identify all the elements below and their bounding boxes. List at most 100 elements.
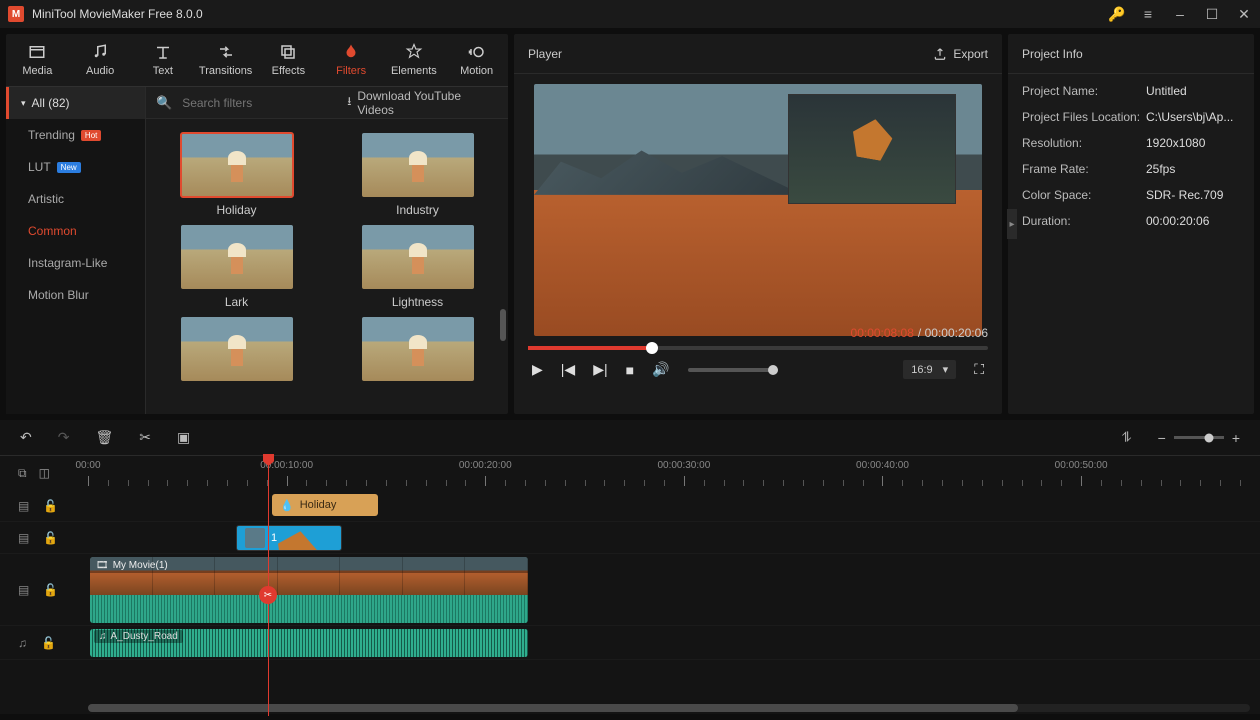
zoom-slider[interactable]	[1174, 436, 1224, 439]
prev-frame-button[interactable]: |◀	[561, 361, 575, 378]
crop-button[interactable]: ▣	[177, 429, 190, 446]
zoom-out-button[interactable]: −	[1158, 430, 1166, 446]
menu-icon[interactable]: ≡	[1140, 6, 1156, 22]
snap-icon[interactable]: ◫	[39, 466, 50, 480]
category-instagram-like[interactable]: Instagram-Like	[6, 247, 145, 279]
filter-preview	[181, 225, 293, 289]
titlebar: M MiniTool MovieMaker Free 8.0.0 🔑 ≡ – ☐…	[0, 0, 1260, 28]
project-row: Project Name:Untitled	[1022, 84, 1240, 98]
category-artistic[interactable]: Artistic	[6, 183, 145, 215]
zoom-in-button[interactable]: +	[1232, 430, 1240, 446]
track-lock-toggle[interactable]: 🔓	[43, 531, 58, 545]
tab-text[interactable]: Text	[132, 34, 195, 86]
volume-icon[interactable]: 🔊	[652, 361, 669, 378]
tab-transitions[interactable]: Transitions	[194, 34, 257, 86]
library-panel: Media Audio Text Transitions Effects Fil…	[6, 34, 508, 414]
search-icon: 🔍	[156, 95, 172, 111]
seek-bar[interactable]	[528, 346, 988, 350]
split-button[interactable]: ✂	[139, 429, 151, 446]
close-icon[interactable]: ✕	[1236, 6, 1252, 23]
tab-filters[interactable]: Filters	[320, 34, 383, 86]
minimize-icon[interactable]: –	[1172, 6, 1188, 22]
stop-button[interactable]: ■	[626, 362, 634, 378]
project-value: Untitled	[1146, 84, 1187, 98]
caret-down-icon: ▾	[21, 98, 26, 109]
track-visibility-toggle[interactable]: ▤	[18, 531, 29, 545]
project-row: Color Space:SDR- Rec.709	[1022, 188, 1240, 202]
delete-button[interactable]: 🗑	[95, 429, 113, 446]
project-row: Resolution:1920x1080	[1022, 136, 1240, 150]
ruler-label: 00:00:50:00	[1055, 460, 1108, 471]
project-value: SDR- Rec.709	[1146, 188, 1223, 202]
filter-label: Holiday	[216, 203, 256, 217]
track-video: ▤ 🔓 🎞My Movie(1)	[0, 554, 1260, 626]
preview-video[interactable]	[534, 84, 982, 336]
track-visibility-toggle[interactable]: ▤	[18, 499, 29, 513]
tab-elements[interactable]: Elements	[383, 34, 446, 86]
download-icon: ⭳	[347, 92, 351, 113]
project-key: Color Space:	[1022, 188, 1146, 202]
timeline-panel: ↶ ↷ 🗑 ✂ ▣ ⥮ − + ⧉ ◫ ✂ 00:0000:00:10:0000…	[0, 420, 1260, 714]
project-info-title: Project Info	[1008, 34, 1254, 74]
track-lock-toggle[interactable]: 🔓	[41, 636, 56, 650]
project-info-panel: ▸ Project Info Project Name:UntitledProj…	[1008, 34, 1254, 414]
next-frame-button[interactable]: ▶|	[593, 361, 607, 378]
play-button[interactable]: ▶	[532, 361, 543, 378]
match-cut-icon[interactable]: ⧉	[18, 466, 27, 481]
project-key: Project Name:	[1022, 84, 1146, 98]
filter-preview	[362, 317, 474, 381]
auto-fit-button[interactable]: ⥮	[1121, 429, 1131, 446]
maximize-icon[interactable]: ☐	[1204, 6, 1220, 23]
fullscreen-button[interactable]: ⛶	[974, 361, 984, 378]
upgrade-key-icon[interactable]: 🔑	[1108, 6, 1124, 23]
track-audio: ♫ 🔓 ♫A_Dusty_Road	[0, 626, 1260, 660]
tab-media[interactable]: Media	[6, 34, 69, 86]
clip-video-main[interactable]: 🎞My Movie(1)	[90, 557, 528, 623]
ruler-label: 00:00:40:00	[856, 460, 909, 471]
filter-thumb-row5[interactable]	[347, 317, 488, 387]
filter-label: Industry	[396, 203, 439, 217]
category-common[interactable]: Common	[6, 215, 145, 247]
filter-thumb-holiday[interactable]: Holiday	[166, 133, 307, 217]
undo-button[interactable]: ↶	[20, 429, 32, 446]
new-badge: New	[57, 162, 81, 173]
aspect-ratio-select[interactable]: 16:9▾	[903, 360, 956, 379]
redo-button[interactable]: ↷	[58, 429, 70, 446]
tab-effects[interactable]: Effects	[257, 34, 320, 86]
timeline-ruler[interactable]: ⧉ ◫ ✂ 00:0000:00:10:0000:00:20:0000:00:3…	[0, 456, 1260, 490]
filter-preview	[181, 317, 293, 381]
filter-thumb-row4[interactable]	[166, 317, 307, 387]
category-trending[interactable]: TrendingHot	[6, 119, 145, 151]
timeline-tracks: ▤🔓 💧 Holiday ▤🔓 1 ▤🔓 🎞	[0, 490, 1260, 714]
grid-scrollbar[interactable]	[500, 309, 506, 341]
track-lock-toggle[interactable]: 🔓	[43, 499, 58, 513]
music-icon[interactable]: ♫	[18, 636, 27, 650]
tab-audio[interactable]: Audio	[69, 34, 132, 86]
playhead[interactable]: ✂	[268, 456, 269, 716]
filter-thumb-lark[interactable]: Lark	[166, 225, 307, 309]
track-pip: ▤ 🔓 1	[0, 522, 1260, 554]
download-youtube-link[interactable]: ⭳ Download YouTube Videos	[347, 89, 498, 117]
track-lock-toggle[interactable]: 🔓	[43, 583, 58, 597]
filop-icon: 💧	[280, 499, 294, 512]
clip-filter-holiday[interactable]: 💧 Holiday	[272, 494, 378, 516]
category-all[interactable]: ▾All (82)	[6, 87, 145, 119]
export-button[interactable]: Export	[933, 47, 988, 61]
category-motion-blur[interactable]: Motion Blur	[6, 279, 145, 311]
clip-pip-1[interactable]: 1	[236, 525, 342, 551]
timeline-h-scrollbar[interactable]	[88, 704, 1250, 712]
filter-thumb-lightness[interactable]: Lightness	[347, 225, 488, 309]
track-visibility-toggle[interactable]: ▤	[18, 583, 29, 597]
project-key: Frame Rate:	[1022, 162, 1146, 176]
volume-slider[interactable]	[688, 368, 778, 372]
collapse-panel-button[interactable]: ▸	[1007, 209, 1017, 239]
preview-pip-overlay	[788, 94, 956, 204]
search-input[interactable]	[182, 96, 337, 110]
project-value: 00:00:20:06	[1146, 214, 1209, 228]
project-row: Duration:00:00:20:06	[1022, 214, 1240, 228]
filter-label: Lark	[225, 295, 248, 309]
filter-thumb-industry[interactable]: Industry	[347, 133, 488, 217]
tab-motion[interactable]: Motion	[445, 34, 508, 86]
clip-audio-main[interactable]: ♫A_Dusty_Road	[90, 629, 528, 657]
category-lut[interactable]: LUTNew	[6, 151, 145, 183]
